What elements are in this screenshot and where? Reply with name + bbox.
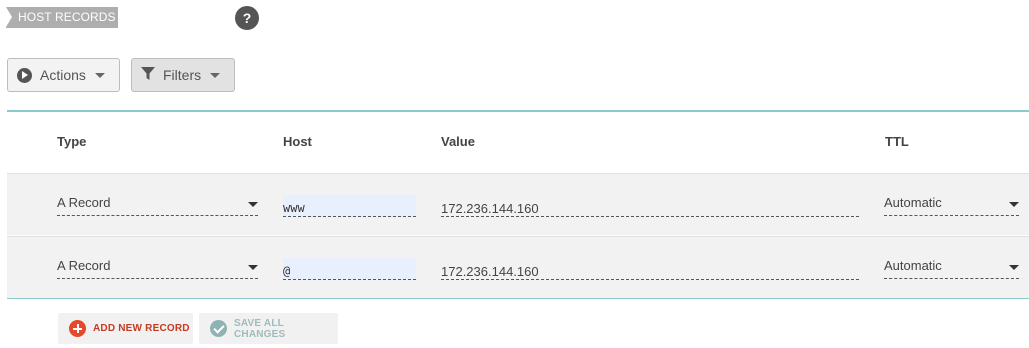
play-circle-icon	[17, 67, 32, 83]
help-icon[interactable]: ?	[235, 6, 259, 30]
chevron-down-icon	[1009, 202, 1019, 207]
host-input[interactable]	[283, 258, 416, 280]
filters-label: Filters	[163, 67, 202, 83]
table-row: A Record Automatic	[7, 236, 1029, 298]
header-value: Value	[441, 134, 475, 149]
ttl-select-value: Automatic	[884, 195, 942, 210]
filters-button[interactable]: Filters	[131, 58, 235, 92]
chevron-down-icon	[1009, 265, 1019, 270]
save-all-changes-label: SAVE ALL CHANGES	[234, 317, 286, 340]
host-input[interactable]	[283, 195, 416, 217]
add-new-record-label: ADD NEW RECORD	[93, 323, 190, 334]
actions-label: Actions	[40, 67, 86, 83]
chevron-down-icon	[248, 202, 258, 207]
chevron-down-icon	[210, 72, 221, 78]
plus-circle-icon	[69, 320, 86, 337]
value-input[interactable]	[441, 195, 859, 217]
ttl-select[interactable]: Automatic	[884, 256, 1019, 279]
chevron-down-icon	[94, 72, 105, 78]
header-host: Host	[283, 134, 312, 149]
table-header: Type Host Value TTL	[7, 112, 1029, 173]
table-row: A Record Automatic	[7, 173, 1029, 235]
ttl-select-value: Automatic	[884, 258, 942, 273]
filter-icon	[141, 66, 155, 84]
section-title: HOST RECORDS	[6, 7, 118, 28]
check-circle-icon	[210, 320, 227, 337]
chevron-down-icon	[248, 265, 258, 270]
actions-button[interactable]: Actions	[7, 58, 120, 92]
value-input[interactable]	[441, 258, 859, 280]
host-records-table: Type Host Value TTL A Record Automatic A…	[7, 110, 1029, 299]
save-all-changes-button[interactable]: SAVE ALL CHANGES	[199, 313, 338, 344]
type-select-value: A Record	[57, 195, 111, 210]
type-select[interactable]: A Record	[57, 256, 258, 279]
type-select-value: A Record	[57, 258, 111, 273]
header-type: Type	[57, 134, 87, 149]
type-select[interactable]: A Record	[57, 193, 258, 216]
ttl-select[interactable]: Automatic	[884, 193, 1019, 216]
add-new-record-button[interactable]: ADD NEW RECORD	[58, 313, 193, 344]
header-ttl: TTL	[885, 134, 909, 149]
